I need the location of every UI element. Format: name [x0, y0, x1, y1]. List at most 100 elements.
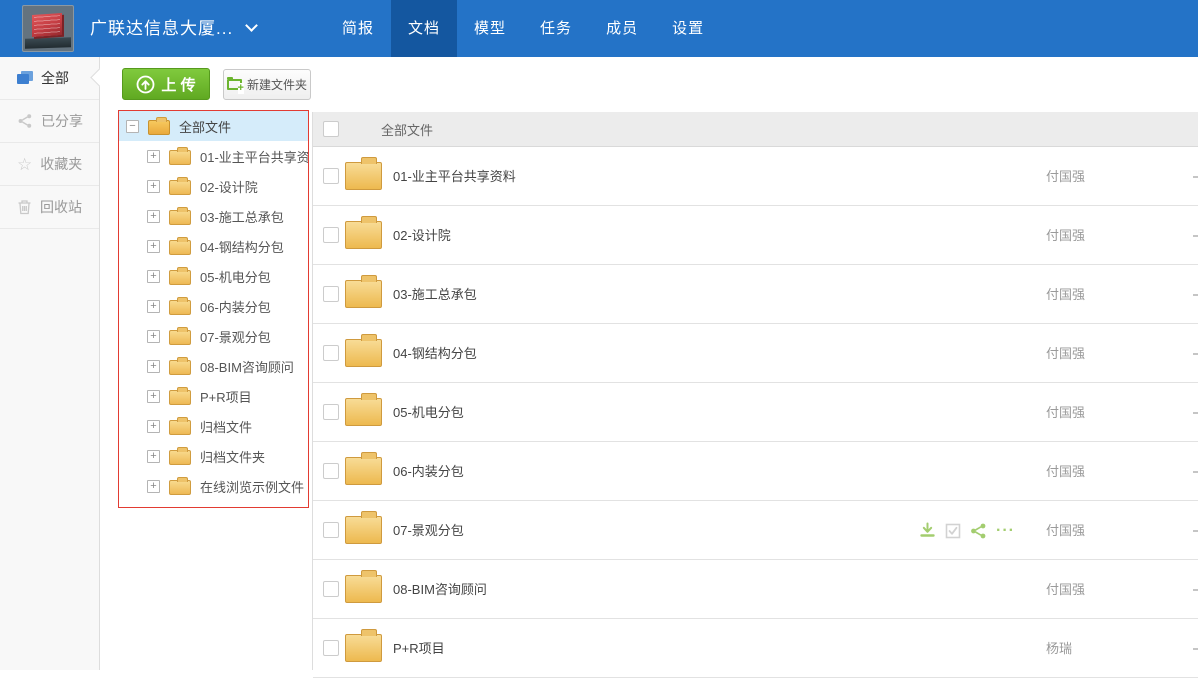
file-name[interactable]: P+R项目 — [393, 619, 445, 678]
file-row[interactable]: 06-内装分包 付国强 — [313, 442, 1198, 501]
expand-icon[interactable]: + — [147, 420, 160, 433]
sidebar-item-label: 全部 — [41, 57, 69, 100]
file-row[interactable]: 08-BIM咨询顾问 付国强 — [313, 560, 1198, 619]
file-row[interactable]: 03-施工总承包 付国强 — [313, 265, 1198, 324]
nav-tab-briefing[interactable]: 简报 — [325, 0, 391, 57]
chevron-down-icon — [245, 19, 258, 32]
tree-node[interactable]: + 03-施工总承包 — [119, 201, 308, 231]
folder-icon — [169, 180, 191, 195]
tree-node-root[interactable]: − 全部文件 — [119, 111, 308, 141]
tree-node[interactable]: + 04-钢结构分包 — [119, 231, 308, 261]
row-checkbox[interactable] — [323, 404, 339, 420]
folder-icon — [345, 221, 382, 249]
tree-node[interactable]: + 02-设计院 — [119, 171, 308, 201]
folder-icon — [345, 634, 382, 662]
nav-tab-models[interactable]: 模型 — [457, 0, 523, 57]
sidebar-item-favorites[interactable]: ☆ 收藏夹 — [0, 143, 99, 186]
row-checkbox[interactable] — [323, 522, 339, 538]
tree-node[interactable]: + 归档文件 — [119, 411, 308, 441]
expand-icon[interactable]: + — [147, 390, 160, 403]
tree-node[interactable]: + 在线浏览示例文件 — [119, 471, 308, 501]
file-row-hovered[interactable]: 07-景观分包 ··· 付国强 — [313, 501, 1198, 560]
download-icon[interactable] — [919, 522, 936, 539]
folder-icon — [169, 390, 191, 405]
expand-icon[interactable]: + — [147, 300, 160, 313]
expand-icon[interactable]: + — [147, 360, 160, 373]
file-name[interactable]: 08-BIM咨询顾问 — [393, 560, 487, 619]
trash-icon — [17, 199, 32, 215]
row-edge-mark — [1193, 648, 1198, 650]
row-checkbox[interactable] — [323, 463, 339, 479]
tree-node[interactable]: + 07-景观分包 — [119, 321, 308, 351]
expand-icon[interactable]: + — [147, 150, 160, 163]
file-row[interactable]: 01-业主平台共享资料 付国强 — [313, 147, 1198, 206]
expand-icon[interactable]: + — [147, 210, 160, 223]
expand-icon[interactable]: + — [147, 330, 160, 343]
row-checkbox[interactable] — [323, 345, 339, 361]
tree-node[interactable]: + 08-BIM咨询顾问 — [119, 351, 308, 381]
file-name[interactable]: 07-景观分包 — [393, 501, 464, 560]
file-name[interactable]: 01-业主平台共享资料 — [393, 147, 516, 206]
sidebar-item-shared[interactable]: 已分享 — [0, 100, 99, 143]
expand-icon[interactable]: + — [147, 240, 160, 253]
file-name[interactable]: 05-机电分包 — [393, 383, 464, 442]
file-name[interactable]: 02-设计院 — [393, 206, 451, 265]
open-folder-icon — [148, 120, 170, 135]
expand-icon[interactable]: + — [147, 450, 160, 463]
folder-icon — [169, 330, 191, 345]
tree-node[interactable]: + 01-业主平台共享资料 — [119, 141, 308, 171]
share-icon[interactable] — [970, 523, 987, 539]
nav-tab-members[interactable]: 成员 — [589, 0, 655, 57]
nav-tab-settings[interactable]: 设置 — [655, 0, 721, 57]
tree-node[interactable]: + 05-机电分包 — [119, 261, 308, 291]
tree-node-label: 归档文件夹 — [200, 447, 265, 466]
file-name[interactable]: 06-内装分包 — [393, 442, 464, 501]
check-square-icon[interactable] — [945, 523, 961, 539]
folder-icon — [169, 270, 191, 285]
row-edge-mark — [1193, 353, 1198, 355]
collapse-icon[interactable]: − — [126, 120, 139, 133]
folder-icon — [345, 339, 382, 367]
logo-building-base — [25, 37, 71, 49]
tree-node[interactable]: + P+R项目 — [119, 381, 308, 411]
folder-icon — [169, 210, 191, 225]
project-title: 广联达信息大厦... — [90, 19, 233, 38]
file-row[interactable]: 02-设计院 付国强 — [313, 206, 1198, 265]
sidebar-item-recycle-bin[interactable]: 回收站 — [0, 186, 99, 229]
file-row[interactable]: 04-钢结构分包 付国强 — [313, 324, 1198, 383]
expand-icon[interactable]: + — [147, 480, 160, 493]
row-checkbox[interactable] — [323, 227, 339, 243]
folder-icon — [169, 300, 191, 315]
tree-node[interactable]: + 06-内装分包 — [119, 291, 308, 321]
file-owner: 付国强 — [1046, 206, 1085, 265]
nav-tab-documents[interactable]: 文档 — [391, 0, 457, 57]
upload-button[interactable]: 上 传 — [122, 68, 210, 100]
row-checkbox[interactable] — [323, 168, 339, 184]
file-name[interactable]: 04-钢结构分包 — [393, 324, 477, 383]
tree-node-label: 05-机电分包 — [200, 267, 271, 286]
folder-icon — [169, 150, 191, 165]
file-row[interactable]: P+R项目 杨瑞 — [313, 619, 1198, 678]
row-checkbox[interactable] — [323, 581, 339, 597]
tree-node-label: 01-业主平台共享资料 — [200, 147, 309, 166]
file-row[interactable]: 05-机电分包 付国强 — [313, 383, 1198, 442]
more-actions-icon[interactable]: ··· — [996, 501, 1015, 560]
row-checkbox[interactable] — [323, 640, 339, 656]
row-edge-mark — [1193, 589, 1198, 591]
expand-icon[interactable]: + — [147, 270, 160, 283]
share-icon — [17, 113, 33, 129]
file-name[interactable]: 03-施工总承包 — [393, 265, 477, 324]
folder-icon — [169, 420, 191, 435]
project-switcher[interactable]: 广联达信息大厦... — [90, 0, 256, 57]
row-edge-mark — [1193, 176, 1198, 178]
new-folder-icon — [227, 79, 242, 90]
new-folder-button[interactable]: 新建文件夹 — [223, 69, 311, 100]
folder-icon — [345, 280, 382, 308]
nav-tab-tasks[interactable]: 任务 — [523, 0, 589, 57]
row-checkbox[interactable] — [323, 286, 339, 302]
expand-icon[interactable]: + — [147, 180, 160, 193]
sidebar-item-all[interactable]: 全部 — [0, 57, 99, 100]
file-list: 全部文件 01-业主平台共享资料 付国强 02-设计院 付国强 03-施工总承包… — [312, 112, 1198, 670]
tree-node[interactable]: + 归档文件夹 — [119, 441, 308, 471]
select-all-checkbox[interactable] — [323, 121, 339, 137]
